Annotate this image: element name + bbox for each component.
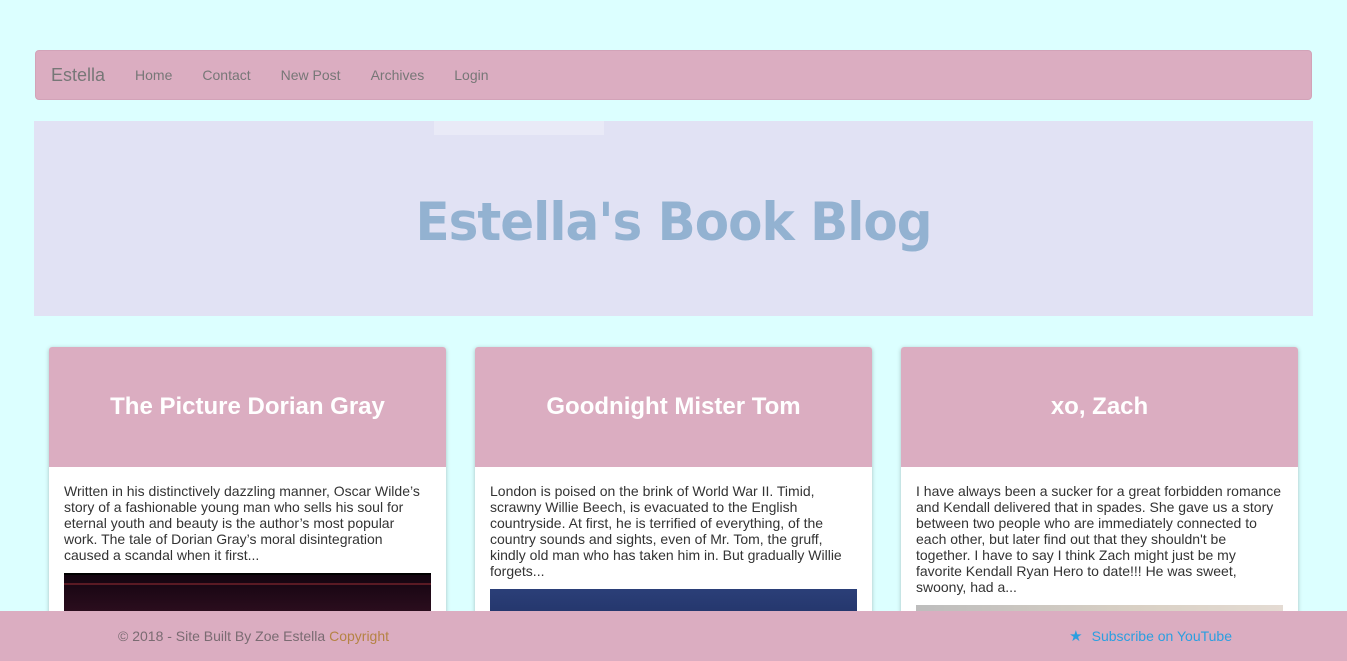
- nav-login[interactable]: Login: [439, 67, 503, 83]
- card-excerpt: Written in his distinctively dazzling ma…: [64, 483, 420, 563]
- subscribe-label: Subscribe on YouTube: [1091, 628, 1232, 644]
- card-title[interactable]: xo, Zach: [1051, 393, 1148, 421]
- hero-faded-bar: [434, 121, 604, 135]
- post-card[interactable]: Goodnight Mister Tom London is poised on…: [475, 347, 872, 647]
- post-card[interactable]: xo, Zach I have always been a sucker for…: [901, 347, 1298, 647]
- hero-banner: Estella's Book Blog: [34, 121, 1313, 316]
- navbar: Estella Home Contact New Post Archives L…: [35, 50, 1312, 100]
- card-header: Goodnight Mister Tom: [475, 347, 872, 467]
- subscribe-youtube-link[interactable]: ★ Subscribe on YouTube: [1069, 627, 1232, 645]
- footer: © 2018 - Site Built By Zoe Estella Copyr…: [0, 611, 1347, 661]
- post-card[interactable]: The Picture Dorian Gray Written in his d…: [49, 347, 446, 647]
- nav-contact[interactable]: Contact: [187, 67, 265, 83]
- copyright-link[interactable]: Copyright: [329, 628, 389, 644]
- card-title[interactable]: The Picture Dorian Gray: [110, 393, 385, 421]
- card-header: xo, Zach: [901, 347, 1298, 467]
- hero-title: Estella's Book Blog: [415, 191, 932, 253]
- footer-credit-text: © 2018 - Site Built By Zoe Estella: [118, 628, 330, 644]
- nav-home[interactable]: Home: [120, 67, 187, 83]
- card-excerpt: I have always been a sucker for a great …: [916, 483, 1281, 595]
- brand-link[interactable]: Estella: [51, 65, 105, 86]
- nav-archives[interactable]: Archives: [356, 67, 440, 83]
- star-icon: ★: [1069, 628, 1083, 645]
- card-excerpt: London is poised on the brink of World W…: [490, 483, 842, 579]
- card-header: The Picture Dorian Gray: [49, 347, 446, 467]
- card-title[interactable]: Goodnight Mister Tom: [546, 393, 800, 421]
- nav-new-post[interactable]: New Post: [266, 67, 356, 83]
- footer-copyright: © 2018 - Site Built By Zoe Estella Copyr…: [118, 628, 389, 644]
